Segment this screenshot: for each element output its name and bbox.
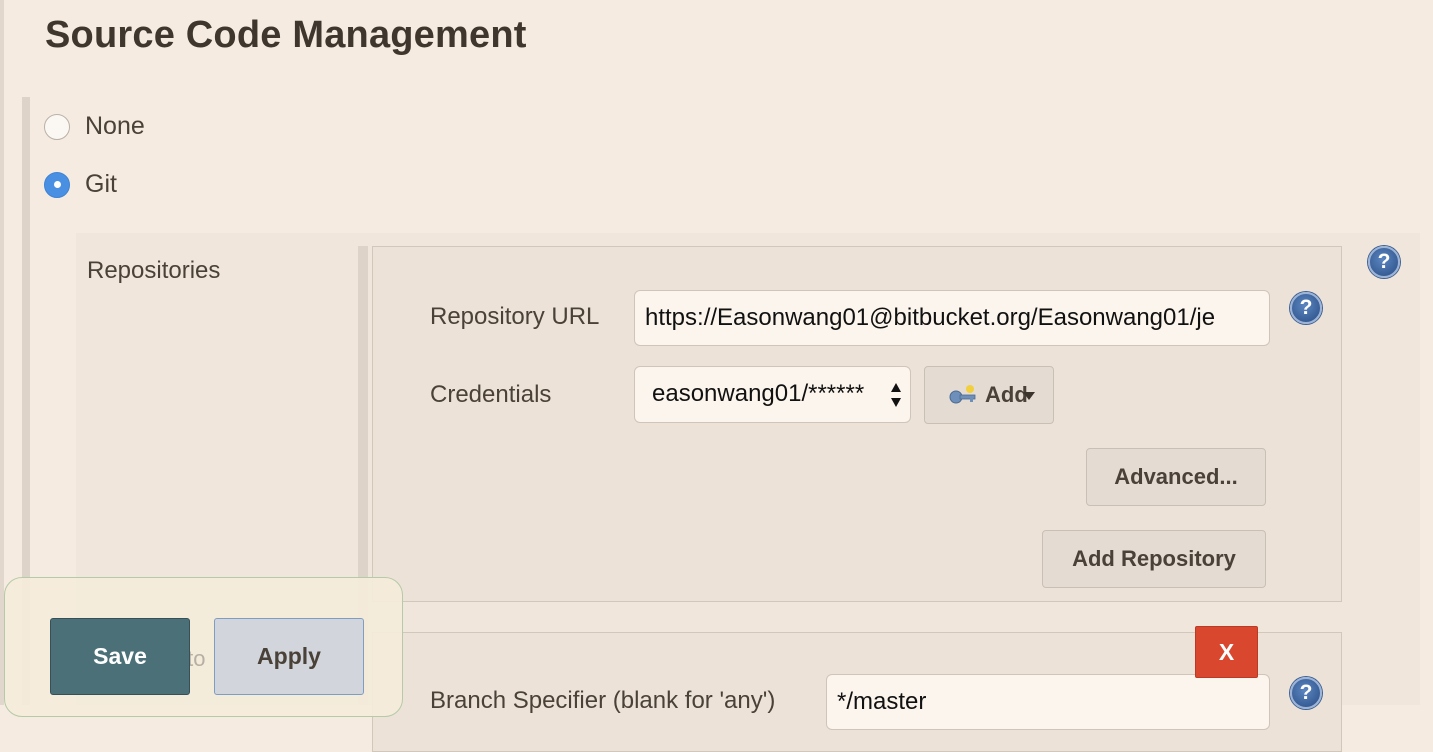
credentials-label: Credentials [430,381,552,408]
advanced-button[interactable]: Advanced... [1086,448,1266,506]
help-icon-glyph: ? [1299,296,1313,319]
scm-option-git[interactable]: Git [44,170,117,199]
credentials-add-label: Add [985,382,1028,407]
repositories-label: Repositories [87,257,221,284]
add-repository-button[interactable]: Add Repository [1042,530,1266,588]
section-title: Source Code Management [45,14,527,56]
scm-option-none[interactable]: None [44,112,145,141]
help-icon[interactable]: ? [1290,292,1322,324]
help-icon[interactable]: ? [1290,677,1322,709]
credentials-select[interactable]: easonwang01/****** [634,366,911,423]
credentials-add-button[interactable]: Add [924,366,1054,424]
repository-url-label: Repository URL [430,303,600,330]
radio-none-label: None [85,112,145,140]
apply-button[interactable]: Apply [214,618,364,695]
radio-git[interactable] [44,171,70,198]
branch-specifier-input[interactable]: */master [826,674,1270,730]
help-icon-glyph: ? [1377,250,1391,273]
repository-url-input[interactable]: https://Easonwang01@bitbucket.org/Easonw… [634,290,1270,346]
dropdown-caret-icon [1023,392,1035,400]
help-icon[interactable]: ? [1368,246,1400,278]
delete-branch-button[interactable]: X [1195,626,1258,678]
credentials-selected-value: easonwang01/****** [652,380,865,407]
key-icon [949,385,976,404]
select-arrows-icon [891,383,901,407]
help-icon-glyph: ? [1299,681,1313,704]
radio-git-label: Git [85,170,117,198]
radio-none[interactable] [44,113,70,140]
save-button[interactable]: Save [50,618,190,695]
branch-specifier-label: Branch Specifier (blank for 'any') [430,687,776,714]
